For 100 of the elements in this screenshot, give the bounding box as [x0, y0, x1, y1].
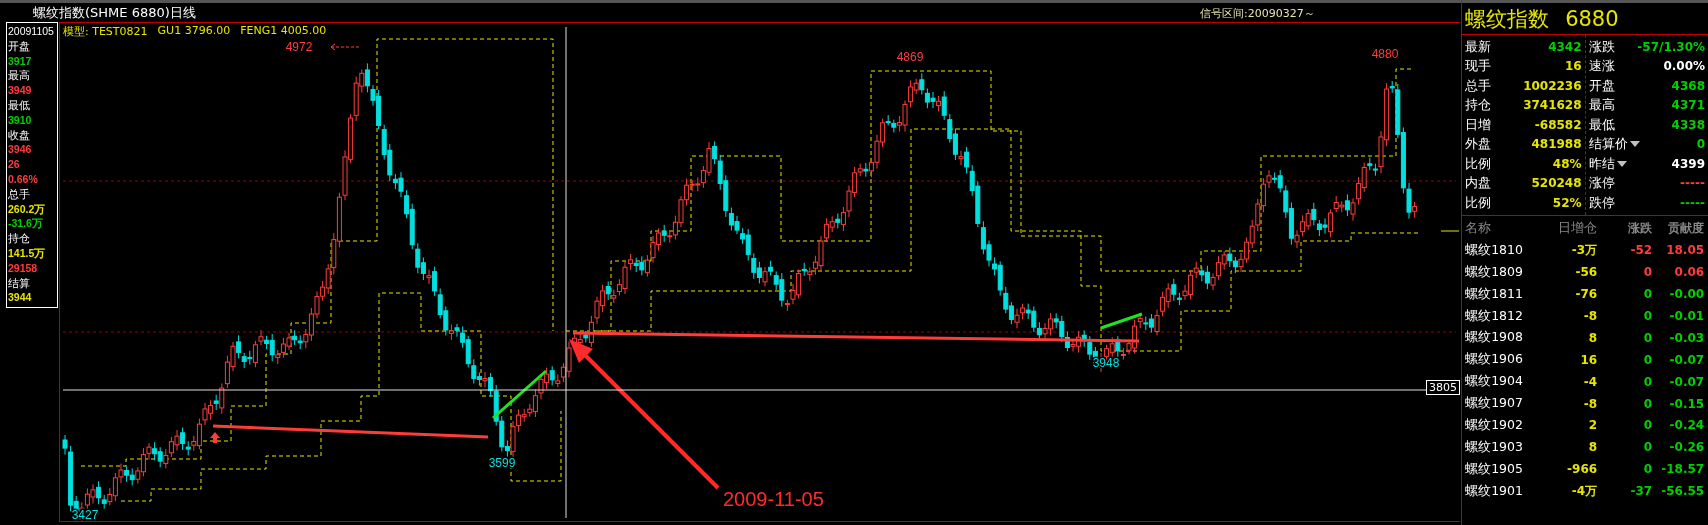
quote-value: 48%	[1552, 156, 1582, 171]
dropdown-icon[interactable]	[1616, 160, 1627, 167]
quote-value: 4338	[1671, 117, 1705, 132]
table-cell-text: 0	[1642, 352, 1653, 367]
dropdown-icon[interactable]	[1629, 141, 1640, 148]
column-header: 名称	[1465, 219, 1493, 237]
quote-label: 最新	[1465, 37, 1492, 56]
table-cell-text: 螺纹1809	[1465, 263, 1524, 281]
table-cell-text: 2	[1587, 418, 1598, 433]
table-cell-text: 螺纹1902	[1465, 416, 1524, 434]
table-cell-text: 0	[1642, 462, 1653, 477]
table-cell-text: -0.03	[1668, 330, 1705, 345]
signal-range: 信号区间:20090327～	[1200, 6, 1315, 21]
table-cell-text: 0	[1642, 396, 1653, 411]
info-value: 29158	[7, 260, 38, 276]
price-label: 3599	[488, 456, 516, 470]
info-label: 最高	[7, 68, 30, 84]
window-title: 螺纹指数(SHME 6880)日线	[33, 3, 196, 22]
info-value: 3910	[7, 112, 32, 128]
price-label: 4869	[896, 50, 924, 64]
info-value: 260.2万	[7, 201, 46, 217]
table-cell-text: 螺纹1908	[1465, 329, 1524, 347]
table-cell-text: -37	[1629, 484, 1653, 499]
quote-value: 520248	[1531, 176, 1582, 191]
table-cell-text: -966	[1566, 462, 1598, 477]
quote-label: 涨停	[1588, 174, 1615, 193]
table-cell-text: 0	[1642, 265, 1653, 280]
quote-label: 日增	[1465, 115, 1492, 134]
table-cell-text: 螺纹1904	[1465, 373, 1524, 391]
quote-value: 4371	[1671, 98, 1705, 113]
marker-arrow-icon	[210, 432, 220, 443]
quote-label: 涨跌	[1588, 37, 1615, 56]
quote-label: 开盘	[1588, 76, 1615, 95]
quote-label: 总手	[1465, 76, 1492, 95]
table-cell-text: 螺纹1811	[1465, 285, 1524, 303]
table-cell-text: 18.05	[1665, 243, 1705, 258]
instrument-code: 6880	[1565, 6, 1619, 31]
table-cell-text: 螺纹1905	[1465, 460, 1524, 478]
quote-value: 0	[1696, 137, 1705, 152]
table-cell-text: -0.00	[1668, 287, 1705, 302]
info-value: 3944	[7, 290, 32, 306]
quote-label: 持仓	[1465, 96, 1492, 115]
table-cell-text: 螺纹1901	[1465, 482, 1524, 500]
table-cell-text: 8	[1587, 440, 1598, 455]
table-cell-text: -18.57	[1660, 462, 1705, 477]
table-cell-text: -8	[1582, 396, 1598, 411]
table-cell-text: -3万	[1570, 241, 1598, 259]
column-header: 日增仓	[1557, 219, 1598, 237]
price-label: 4880	[1371, 47, 1399, 61]
info-label: 结算	[7, 275, 30, 291]
quote-value: 4368	[1671, 78, 1705, 93]
quote-label: 结算价	[1588, 135, 1628, 154]
indicator-label: 模型: TEST0821	[63, 24, 148, 39]
quote-value: 0.00%	[1663, 59, 1705, 74]
table-cell-text: -0.24	[1668, 418, 1705, 433]
quote-value: -68582	[1534, 117, 1582, 132]
quote-value: -57/1.30%	[1637, 39, 1705, 54]
quote-label: 比例	[1465, 193, 1492, 212]
table-cell-text: 0	[1642, 309, 1653, 323]
table-cell-text: -56	[1574, 265, 1598, 280]
table-cell-text: -0.15	[1668, 396, 1705, 411]
quote-value: 3741628	[1523, 98, 1582, 113]
instrument-name: 螺纹指数	[1465, 5, 1550, 33]
table-cell-text: -0.07	[1668, 352, 1705, 367]
quote-value: -----	[1680, 176, 1705, 191]
table-cell-text: 螺纹1906	[1465, 351, 1524, 369]
info-label: 持仓	[7, 231, 30, 246]
quote-value: 16	[1564, 59, 1582, 74]
info-label: 总手	[7, 186, 30, 202]
table-cell-text: 0.06	[1673, 265, 1705, 280]
info-value: 3946	[7, 142, 32, 158]
table-cell-text: 0	[1642, 418, 1653, 433]
quote-value: 4342	[1548, 39, 1582, 54]
quote-label: 昨结	[1588, 154, 1615, 173]
table-cell-text: -56.55	[1660, 484, 1705, 499]
quote-label: 外盘	[1465, 135, 1492, 154]
table-cell-text: -0.01	[1668, 309, 1705, 323]
quote-value: -----	[1680, 195, 1705, 210]
info-label: 收盘	[7, 127, 30, 143]
table-cell-text: -0.07	[1668, 374, 1705, 389]
quote-value: 1002236	[1523, 78, 1582, 93]
info-value: 3949	[7, 83, 32, 98]
quote-label: 内盘	[1465, 174, 1492, 193]
quote-value: 4399	[1671, 156, 1705, 171]
table-cell-text: -76	[1574, 287, 1598, 302]
table-cell-text: -0.26	[1668, 440, 1705, 455]
info-label: 开盘	[7, 38, 30, 54]
info-label: 最低	[7, 98, 30, 113]
column-header: 涨跌	[1627, 219, 1653, 237]
price-label: 4972	[285, 40, 313, 54]
table-cell-text: 螺纹1907	[1465, 395, 1524, 413]
crosshair-price: 3805	[1426, 380, 1460, 395]
table-cell-text: 16	[1579, 352, 1598, 367]
table-cell-text: 0	[1642, 287, 1653, 302]
quote-label: 现手	[1465, 57, 1492, 76]
indicator-label: GU1 3796.00	[157, 24, 231, 39]
quote-label: 最高	[1588, 96, 1615, 115]
column-header: 贡献度	[1667, 219, 1705, 237]
indicator-label: FENG1 4005.00	[240, 24, 327, 39]
table-cell-text: 0	[1642, 374, 1653, 389]
